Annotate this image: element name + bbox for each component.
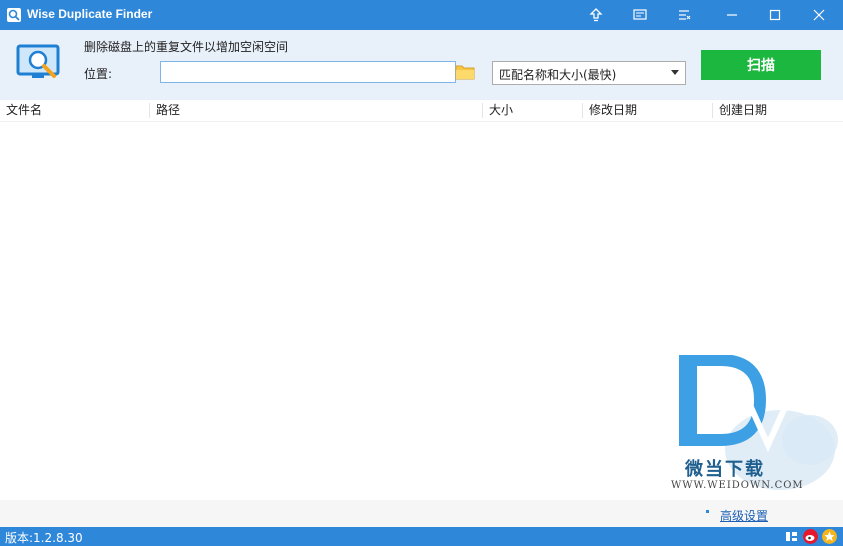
minimize-button[interactable] xyxy=(710,0,754,30)
location-input[interactable] xyxy=(160,61,456,83)
star-icon[interactable] xyxy=(822,529,837,544)
location-label: 位置: xyxy=(84,67,113,81)
maximize-icon xyxy=(769,9,781,21)
match-mode-value: 匹配名称和大小(最快) xyxy=(499,68,617,82)
feedback-button[interactable] xyxy=(618,0,662,30)
dropdown-arrow-icon xyxy=(671,70,679,75)
upgrade-icon xyxy=(589,8,603,22)
column-header-size[interactable]: 大小 xyxy=(483,100,583,121)
minimize-icon xyxy=(727,14,737,16)
column-header-created[interactable]: 创建日期 xyxy=(713,100,843,121)
upgrade-button[interactable] xyxy=(574,0,618,30)
scan-toolbar: 删除磁盘上的重复文件以增加空闲空间 位置: 匹配名称和大小(最快) 扫描 xyxy=(0,30,843,100)
column-header-filename[interactable]: 文件名 xyxy=(0,100,150,121)
close-icon xyxy=(813,9,825,21)
weibo-icon[interactable] xyxy=(803,529,818,544)
version-text: 版本:1.2.8.30 xyxy=(5,531,83,545)
column-header-modified[interactable]: 修改日期 xyxy=(583,100,713,121)
results-table-header: 文件名 路径 大小 修改日期 创建日期 xyxy=(0,100,843,122)
status-bar: 版本:1.2.8.30 xyxy=(0,527,843,546)
window-title: Wise Duplicate Finder xyxy=(27,7,153,21)
menu-icon xyxy=(679,10,691,20)
bullet-icon xyxy=(706,510,709,513)
app-icon xyxy=(7,8,21,22)
watermark-url: WWW.WEIDOWN.COM xyxy=(671,480,804,491)
feedback-icon xyxy=(633,9,647,20)
folder-icon[interactable] xyxy=(455,63,475,81)
watermark-name: 微当下载 xyxy=(685,459,765,480)
monitor-search-icon xyxy=(16,44,60,78)
footer-area: 高级设置 xyxy=(0,500,843,527)
social-icon[interactable] xyxy=(784,529,799,544)
advanced-settings-link[interactable]: 高级设置 xyxy=(720,507,768,524)
maximize-button[interactable] xyxy=(753,0,797,30)
menu-button[interactable] xyxy=(662,0,706,30)
match-mode-select[interactable]: 匹配名称和大小(最快) xyxy=(492,61,686,85)
close-button[interactable] xyxy=(797,0,841,30)
scan-button[interactable]: 扫描 xyxy=(701,50,821,80)
title-bar: Wise Duplicate Finder xyxy=(0,0,843,30)
column-header-path[interactable]: 路径 xyxy=(150,100,483,121)
app-description: 删除磁盘上的重复文件以增加空闲空间 xyxy=(84,40,289,54)
